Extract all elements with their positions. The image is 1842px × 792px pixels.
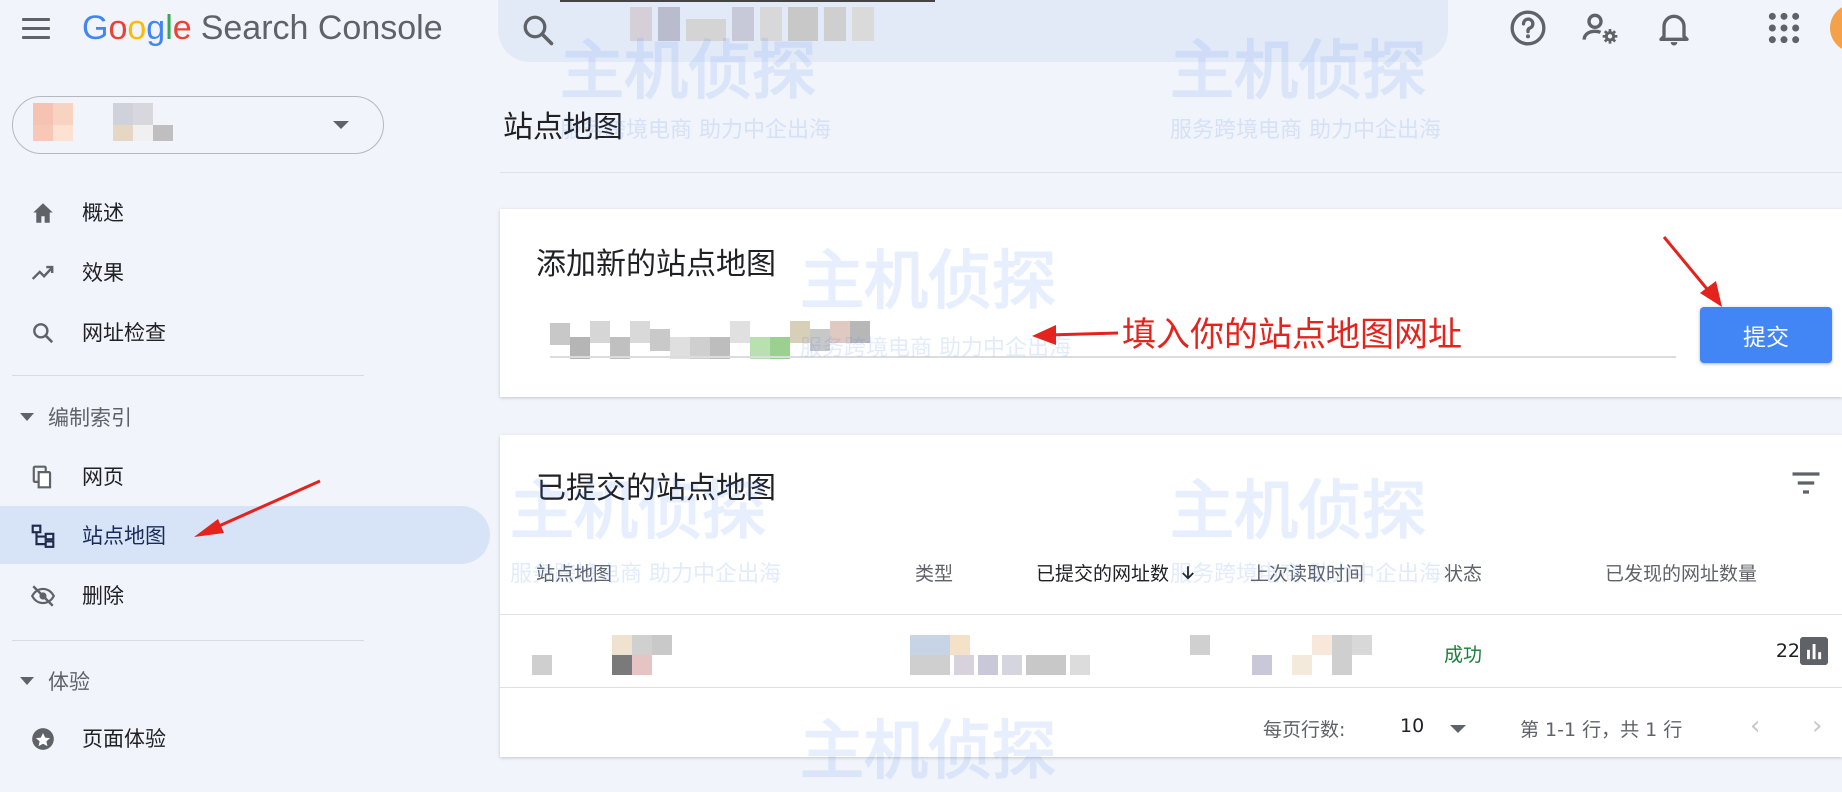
hamburger-menu-icon[interactable]: [22, 13, 56, 43]
pages-icon: [32, 465, 52, 489]
chevron-down-icon: [333, 121, 349, 129]
sitemap-url-underline: [550, 356, 1676, 358]
page-title: 站点地图: [503, 110, 623, 145]
table-row[interactable]: 成功 22: [500, 615, 1842, 687]
page-experience-icon: [32, 728, 54, 750]
column-header-sitemap[interactable]: 站点地图: [536, 559, 612, 586]
help-icon[interactable]: [1508, 8, 1548, 48]
sidebar-item-label: 网页: [82, 465, 124, 489]
discovered-url-count: 22: [1775, 640, 1800, 662]
bar-chart-icon[interactable]: [1800, 637, 1828, 665]
product-logo[interactable]: Google Search Console: [82, 8, 443, 48]
home-icon: [33, 203, 53, 223]
arrow-down-icon: [1182, 566, 1194, 580]
sidebar-item-label: 页面体验: [82, 727, 166, 751]
product-name: Search Console: [200, 9, 443, 47]
card-title: 添加新的站点地图: [536, 247, 776, 282]
type-and-count-redacted-2: [910, 655, 1090, 675]
sitemap-path-redacted-2: [532, 655, 652, 675]
search-icon: [33, 323, 54, 344]
search-bar[interactable]: [498, 0, 1448, 62]
sidebar-section-experience[interactable]: 体验: [20, 666, 90, 696]
annotation-arrow: [1662, 236, 1722, 307]
sidebar-item-label: 删除: [82, 584, 124, 608]
manage-users-icon[interactable]: [1580, 8, 1620, 48]
visibility-off-icon: [30, 585, 56, 607]
sidebar-item-performance[interactable]: 效果: [0, 243, 490, 301]
section-label: 编制索引: [48, 406, 132, 430]
avatar[interactable]: [1830, 4, 1842, 52]
sidebar-item-removals[interactable]: 删除: [0, 566, 490, 624]
column-header-label: 已提交的网址数: [1036, 563, 1170, 585]
sitemap-icon: [31, 524, 55, 548]
status-badge: 成功: [1444, 644, 1483, 666]
next-page-icon[interactable]: ›: [1812, 711, 1822, 741]
search-input-underline: [560, 0, 935, 4]
apps-grid-icon[interactable]: [1764, 8, 1804, 48]
pagination-range: 第 1-1 行，共 1 行: [1520, 719, 1683, 741]
sidebar-divider: [12, 375, 364, 376]
property-name-redacted: [33, 103, 153, 125]
filter-icon[interactable]: [1788, 465, 1824, 501]
rows-per-page-label: 每页行数:: [1263, 719, 1346, 741]
sidebar-divider: [12, 640, 364, 641]
sidebar-section-indexing[interactable]: 编制索引: [20, 402, 132, 432]
sidebar-item-url-inspection[interactable]: 网址检查: [0, 303, 490, 361]
column-header-last-read[interactable]: 上次读取时间: [1250, 559, 1364, 586]
chevron-down-icon[interactable]: [1450, 725, 1466, 733]
annotation-arrow: [1032, 325, 1119, 345]
column-header-submitted-urls[interactable]: 已提交的网址数: [1036, 559, 1197, 586]
trending-up-icon: [31, 265, 54, 280]
watermark-slogan: 服务跨境电商 助力中企出海: [1170, 118, 1441, 143]
search-icon[interactable]: [520, 12, 556, 48]
collapse-caret-icon: [20, 677, 34, 685]
card-title: 已提交的站点地图: [536, 471, 776, 506]
type-and-count-redacted: [910, 635, 1210, 655]
sidebar-item-overview[interactable]: 概述: [0, 183, 490, 241]
sitemap-url-input-redacted[interactable]: [550, 321, 870, 359]
search-input-value-redacted[interactable]: [630, 6, 874, 42]
collapse-caret-icon: [20, 413, 34, 421]
submit-button[interactable]: 提交: [1700, 307, 1832, 363]
annotation-arrow: [194, 479, 321, 537]
title-divider: [500, 172, 1842, 173]
submitted-sitemaps-card: 已提交的站点地图 站点地图 类型 已提交的网址数 上次读取时间 状态 已发现的网…: [500, 435, 1842, 757]
rows-per-page-select[interactable]: 10: [1400, 715, 1424, 737]
column-header-type[interactable]: 类型: [915, 559, 953, 586]
column-header-discovered-urls[interactable]: 已发现的网址数量: [1605, 559, 1757, 586]
notifications-icon[interactable]: [1654, 8, 1694, 48]
table-divider: [500, 687, 1842, 688]
sidebar-item-page-experience[interactable]: 页面体验: [0, 709, 490, 767]
section-label: 体验: [48, 670, 90, 694]
top-app-bar: Google Search Console: [0, 0, 1842, 62]
sidebar-item-label: 网址检查: [82, 321, 166, 345]
annotation-text: 填入你的站点地图网址: [1122, 315, 1462, 355]
property-name-redacted-2: [33, 125, 173, 141]
sidebar-item-label: 概述: [82, 201, 124, 225]
add-sitemap-card: 添加新的站点地图 填入你的站点地图网址 提交: [500, 209, 1842, 397]
previous-page-icon[interactable]: ‹: [1750, 711, 1760, 741]
property-selector[interactable]: [12, 96, 384, 154]
last-read-redacted: [1252, 635, 1372, 675]
column-header-status[interactable]: 状态: [1444, 559, 1482, 586]
sidebar-item-label: 站点地图: [82, 524, 166, 548]
google-wordmark: Google: [82, 9, 192, 47]
sidebar-item-label: 效果: [82, 261, 124, 285]
